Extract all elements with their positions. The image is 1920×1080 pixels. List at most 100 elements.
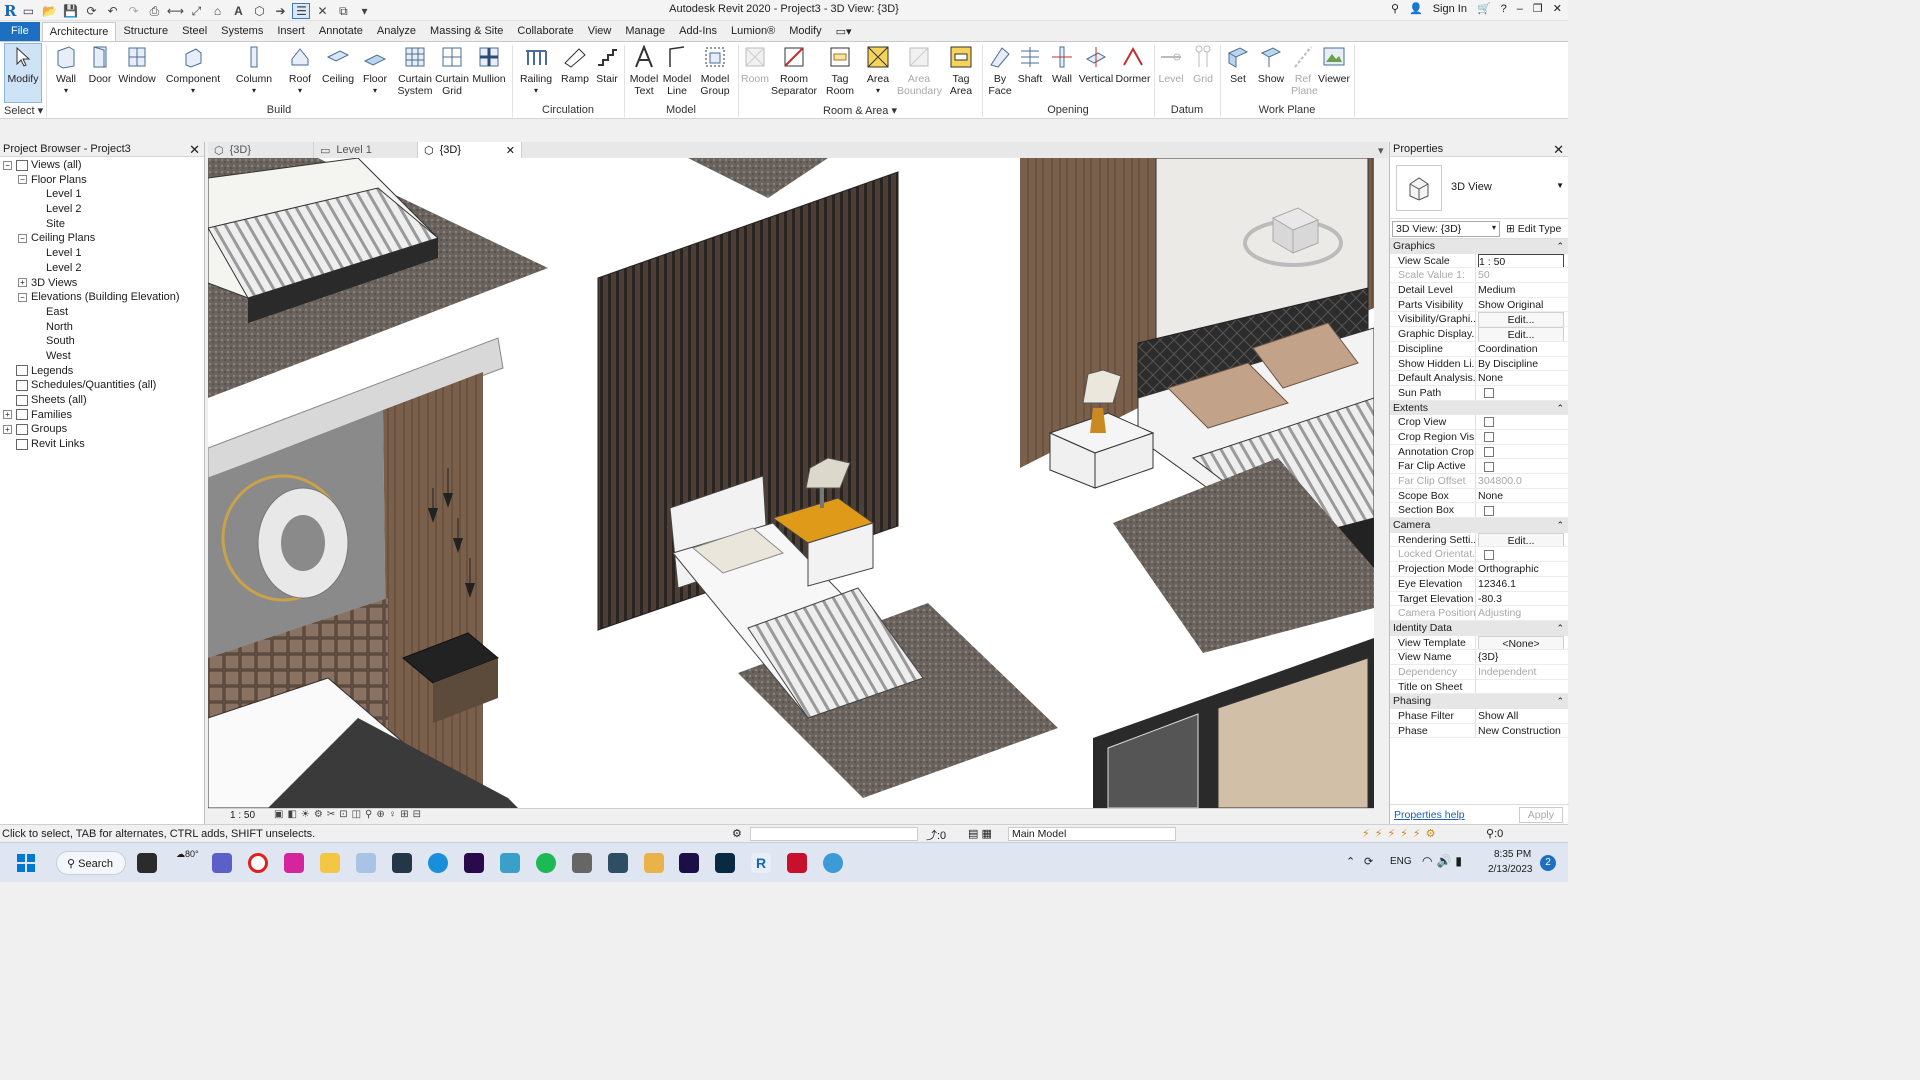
file-explorer-icon[interactable] (320, 853, 340, 873)
customize-qat-icon[interactable]: ▾ (355, 3, 373, 19)
app-icon[interactable] (500, 853, 520, 873)
section-icon[interactable]: ➔ (271, 3, 289, 19)
after-effects-icon[interactable] (679, 853, 699, 873)
tree-item[interactable]: − Floor Plans (0, 173, 204, 188)
tree-item[interactable]: Legends (0, 364, 204, 379)
set-button[interactable]: Set (1224, 44, 1252, 85)
ref-plane-button[interactable]: Ref Plane (1289, 44, 1318, 97)
dormer-button[interactable]: Dormer (1115, 44, 1151, 85)
checkbox[interactable] (1484, 388, 1494, 399)
tree-item[interactable]: Level 1 (0, 187, 204, 202)
property-value[interactable]: New Construction (1476, 724, 1568, 738)
tree-item[interactable]: + Groups (0, 422, 204, 437)
close-icon[interactable]: ✕ (1553, 142, 1564, 158)
level-button[interactable]: Level (1157, 44, 1185, 85)
collapse-icon[interactable]: − (18, 234, 27, 244)
binoculars-icon[interactable]: ⚲ (1391, 2, 1399, 15)
property-group-header[interactable]: Identity Data ⌃ (1390, 620, 1568, 636)
filter-count[interactable]: ⚲:0 (1486, 827, 1503, 840)
tree-item[interactable]: Level 1 (0, 246, 204, 261)
tab-lumion[interactable]: Lumion® (724, 22, 782, 41)
tab-manage[interactable]: Manage (618, 22, 672, 41)
tag-area-button[interactable]: Tag Area (946, 44, 976, 97)
autocad-icon[interactable] (787, 853, 807, 873)
close-tab-icon[interactable]: ✕ (506, 144, 515, 157)
tag-room-button[interactable]: Tag Room (822, 44, 858, 97)
property-value[interactable]: <None> (1476, 635, 1568, 650)
tab-steel[interactable]: Steel (175, 22, 214, 41)
view-tab-3d-active[interactable]: ⬡ {3D} ✕ (418, 142, 522, 158)
revit-taskbar-icon[interactable]: R (751, 853, 771, 873)
sign-in-link[interactable]: Sign In (1433, 3, 1467, 15)
tab-annotate[interactable]: Annotate (312, 22, 370, 41)
property-value[interactable]: -80.3 (1476, 592, 1568, 606)
tree-item[interactable]: + Families (0, 408, 204, 423)
checkbox[interactable] (1484, 461, 1494, 472)
apply-button[interactable]: Apply (1518, 807, 1563, 823)
tab-systems[interactable]: Systems (214, 22, 270, 41)
tree-item[interactable]: Revit Links (0, 437, 204, 452)
opening-wall-button[interactable]: Wall (1048, 44, 1076, 85)
edit-type-button[interactable]: ⊞ Edit Type (1506, 223, 1561, 235)
show-button[interactable]: Show (1256, 44, 1286, 85)
vertical-button[interactable]: Vertical (1079, 44, 1113, 85)
property-value[interactable] (1476, 680, 1568, 694)
property-value[interactable]: None (1476, 489, 1568, 503)
selection-toggles-icon[interactable]: ⚡⚡⚡⚡⚡⚙ (1362, 827, 1440, 840)
select-dropdown[interactable]: Select ▾ (4, 104, 44, 117)
model-line-button[interactable]: Model Line (661, 44, 693, 97)
edge-icon[interactable] (428, 853, 448, 873)
ribbon-display-toggle-icon[interactable]: ▭▾ (829, 22, 859, 41)
tray-chevron-icon[interactable]: ⌃ (1346, 855, 1355, 868)
video-player-icon[interactable] (644, 853, 664, 873)
property-value[interactable] (1476, 503, 1568, 517)
open-icon[interactable]: 📂 (40, 3, 58, 19)
design-option-dropdown[interactable]: Main Model (1008, 827, 1176, 841)
editing-requests[interactable]: ⤴:0 (926, 827, 946, 843)
close-button[interactable]: ✕ (1553, 2, 1562, 15)
collapse-icon[interactable]: ⌃ (1556, 239, 1564, 253)
property-value[interactable]: Show All (1476, 709, 1568, 723)
expand-icon[interactable]: + (18, 278, 27, 288)
viewer-button[interactable]: Viewer (1318, 44, 1350, 85)
tab-file[interactable]: File (0, 22, 40, 41)
undo-icon[interactable]: ↶ (103, 3, 121, 19)
area-button[interactable]: Area ▾ (864, 44, 892, 97)
switch-windows-icon[interactable]: ⧉ (334, 3, 352, 19)
default-3d-view-icon[interactable]: ⬡ (250, 3, 268, 19)
view-tab-level-1[interactable]: ▭ Level 1 (314, 142, 418, 158)
tree-item[interactable]: North (0, 320, 204, 335)
property-value[interactable] (1476, 415, 1568, 429)
checkbox[interactable] (1484, 417, 1494, 428)
tab-architecture[interactable]: Architecture (41, 22, 117, 41)
collapse-icon[interactable]: − (18, 175, 27, 185)
tab-add-ins[interactable]: Add-Ins (672, 22, 724, 41)
weather-widget[interactable]: ☁80° (176, 849, 199, 860)
thin-lines-icon[interactable]: ☰ (292, 3, 311, 19)
close-icon[interactable]: ✕ (189, 142, 200, 158)
sync-icon[interactable]: ⟳ (82, 3, 100, 19)
tree-item[interactable]: Level 2 (0, 261, 204, 276)
instance-selector[interactable]: 3D View: {3D} ▾ (1392, 220, 1500, 237)
collapse-icon[interactable]: ⌃ (1556, 621, 1564, 635)
tray-sync-icon[interactable]: ⟳ (1364, 855, 1373, 868)
windows-start-icon[interactable] (17, 854, 35, 872)
ramp-button[interactable]: Ramp (561, 44, 589, 85)
shaft-button[interactable]: Shaft (1016, 44, 1044, 85)
tab-massing-site[interactable]: Massing & Site (423, 22, 510, 41)
room-separator-button[interactable]: Room Separator (771, 44, 817, 97)
checkbox[interactable] (1484, 446, 1494, 457)
model-group-button[interactable]: Model Group (697, 44, 733, 97)
tree-item[interactable]: Schedules/Quantities (all) (0, 378, 204, 393)
property-edit-button[interactable]: Edit... (1478, 312, 1564, 327)
worksets-icon[interactable]: ⚙ (732, 827, 742, 840)
tree-item[interactable]: +3D Views (0, 276, 204, 291)
area-boundary-button[interactable]: Area Boundary (896, 44, 942, 97)
cart-icon[interactable]: 🛒 (1477, 2, 1491, 15)
stair-button[interactable]: Stair (593, 44, 621, 85)
premiere-icon[interactable] (464, 853, 484, 873)
tree-item[interactable]: Level 2 (0, 202, 204, 217)
teams-icon[interactable] (212, 853, 232, 873)
dimension-icon[interactable]: ⤢ (187, 3, 205, 19)
tree-item[interactable]: Site (0, 217, 204, 232)
